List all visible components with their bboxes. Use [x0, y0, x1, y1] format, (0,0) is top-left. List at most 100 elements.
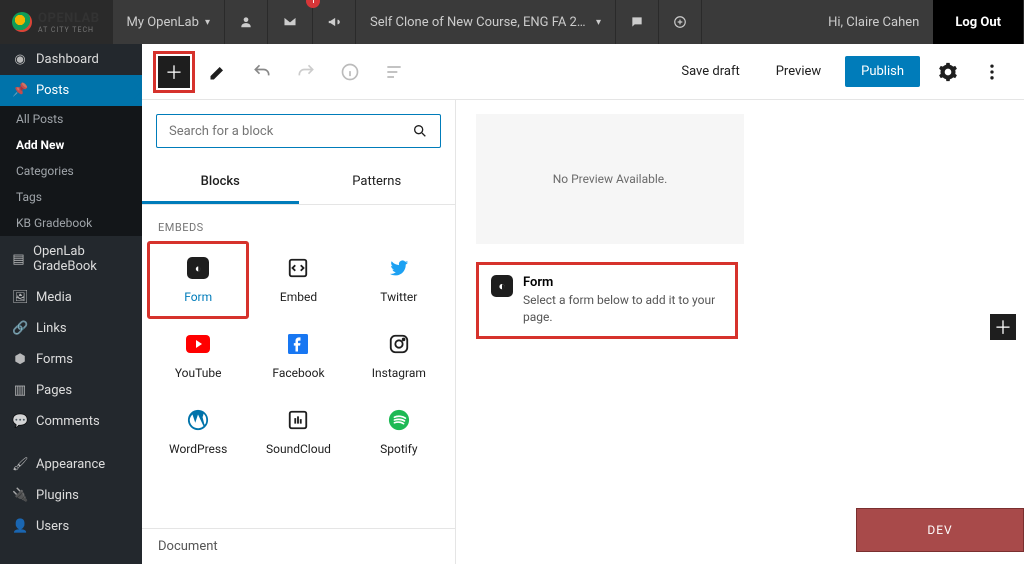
- greeting[interactable]: Hi, Claire Cahen: [814, 0, 933, 44]
- chevron-down-icon: ▾: [205, 17, 210, 28]
- site-title-menu[interactable]: Self Clone of New Course, ENG FA 202 ▾: [356, 0, 616, 44]
- wordpress-icon: [186, 408, 210, 432]
- form-icon: ◐: [491, 275, 513, 297]
- admin-sidebar: ◉ Dashboard 📌 Posts All Posts Add New Ca…: [0, 44, 142, 564]
- sidebar-sub-add-new[interactable]: Add New: [0, 132, 142, 158]
- publish-button[interactable]: Publish: [845, 56, 920, 87]
- form-callout-title: Form: [523, 275, 723, 290]
- block-search-input[interactable]: [169, 124, 412, 139]
- block-inserter-panel: Blocks Patterns Embeds ◐ Form Embed Twit…: [142, 100, 456, 564]
- sidebar-sub-kb-gradebook[interactable]: KB Gradebook: [0, 210, 142, 236]
- users-icon: 👤: [12, 519, 28, 534]
- my-openlab-menu[interactable]: My OpenLab ▾: [113, 0, 225, 44]
- sidebar-item-media[interactable]: 🖼 Media: [0, 282, 142, 313]
- sidebar-item-label: Pages: [36, 383, 72, 398]
- block-label: Embed: [280, 290, 317, 304]
- media-icon: 🖼: [12, 290, 28, 305]
- admin-bar: OPENLAB AT CITY TECH My OpenLab ▾ 1 Self…: [0, 0, 1024, 44]
- instagram-icon: [387, 332, 411, 356]
- sidebar-sub-tags[interactable]: Tags: [0, 184, 142, 210]
- brand-text: OPENLAB: [38, 11, 100, 26]
- comments-bubble-icon[interactable]: [616, 0, 659, 44]
- block-item-soundcloud[interactable]: SoundCloud: [248, 394, 348, 470]
- form-icon: ◐: [186, 256, 210, 280]
- block-item-form[interactable]: ◐ Form: [148, 242, 248, 318]
- logout-button[interactable]: Log Out: [933, 0, 1024, 44]
- redo-button[interactable]: [290, 56, 322, 88]
- undo-button[interactable]: [246, 56, 278, 88]
- sidebar-item-plugins[interactable]: 🔌 Plugins: [0, 480, 142, 511]
- youtube-icon: [186, 332, 210, 356]
- block-item-instagram[interactable]: Instagram: [349, 318, 449, 394]
- sidebar-item-label: Links: [36, 321, 67, 336]
- block-search[interactable]: [156, 114, 441, 148]
- dev-label: DEV: [927, 523, 952, 537]
- link-icon: 🔗: [12, 321, 28, 336]
- sidebar-item-forms[interactable]: ⬢ Forms: [0, 344, 142, 375]
- site-title: Self Clone of New Course, ENG FA 202: [370, 15, 590, 30]
- dashboard-icon: ◉: [12, 52, 28, 67]
- block-item-twitter[interactable]: Twitter: [349, 242, 449, 318]
- pages-icon: ▥: [12, 383, 28, 398]
- editor-canvas: ours No Preview Available. ◐ Form Select…: [456, 100, 1024, 564]
- profile-icon[interactable]: [225, 0, 268, 44]
- sidebar-sub-all-posts[interactable]: All Posts: [0, 106, 142, 132]
- sidebar-sub-categories[interactable]: Categories: [0, 158, 142, 184]
- sidebar-item-label: Media: [36, 290, 72, 305]
- no-preview-box: No Preview Available.: [476, 114, 744, 244]
- sidebar-item-label: Users: [36, 519, 69, 534]
- my-openlab-label: My OpenLab: [127, 15, 199, 30]
- block-label: YouTube: [175, 366, 222, 380]
- brand-logo[interactable]: OPENLAB AT CITY TECH: [0, 0, 113, 44]
- block-item-facebook[interactable]: Facebook: [248, 318, 348, 394]
- tab-patterns[interactable]: Patterns: [299, 162, 456, 204]
- block-label: Twitter: [380, 290, 417, 304]
- block-label: Instagram: [372, 366, 426, 380]
- sidebar-item-label: Comments: [36, 414, 100, 429]
- brand-subtext: AT CITY TECH: [38, 26, 100, 34]
- editor-toolbar: ＋ Save draft Preview Publish: [142, 44, 1024, 100]
- logout-label: Log Out: [955, 15, 1001, 30]
- edit-mode-icon[interactable]: [202, 56, 234, 88]
- messages-icon[interactable]: 1: [268, 0, 313, 44]
- block-inserter-toggle[interactable]: ＋: [158, 56, 190, 88]
- announcements-icon[interactable]: [313, 0, 356, 44]
- dev-indicator[interactable]: DEV: [856, 508, 1024, 552]
- more-menu-icon[interactable]: [976, 56, 1008, 88]
- outline-button[interactable]: [378, 56, 410, 88]
- twitter-icon: [387, 256, 411, 280]
- sidebar-item-appearance[interactable]: 🖌 Appearance: [0, 449, 142, 480]
- settings-gear-icon[interactable]: [932, 56, 964, 88]
- info-button[interactable]: [334, 56, 366, 88]
- sidebar-item-gradebook[interactable]: ▤ OpenLab GradeBook: [0, 236, 142, 282]
- form-block-placeholder[interactable]: ◐ Form Select a form below to add it to …: [476, 262, 738, 339]
- sidebar-item-posts[interactable]: 📌 Posts: [0, 75, 142, 106]
- logo-icon: [12, 12, 32, 32]
- block-item-youtube[interactable]: YouTube: [148, 318, 248, 394]
- block-grid: ◐ Form Embed Twitter YouTube Facebook: [142, 242, 455, 470]
- facebook-icon: [286, 332, 310, 356]
- sidebar-item-pages[interactable]: ▥ Pages: [0, 375, 142, 406]
- add-new-icon[interactable]: [659, 0, 702, 44]
- block-item-embed[interactable]: Embed: [248, 242, 348, 318]
- inserter-footer[interactable]: Document: [142, 528, 455, 564]
- block-item-spotify[interactable]: Spotify: [349, 394, 449, 470]
- preview-button[interactable]: Preview: [764, 56, 833, 87]
- sidebar-item-label: OpenLab GradeBook: [33, 244, 130, 274]
- sidebar-item-label: Plugins: [36, 488, 79, 503]
- sidebar-item-users[interactable]: 👤 Users: [0, 511, 142, 542]
- spacer: [702, 0, 814, 44]
- embed-icon: [286, 256, 310, 280]
- sidebar-item-label: Appearance: [36, 457, 105, 472]
- save-draft-button[interactable]: Save draft: [669, 56, 751, 87]
- block-item-wordpress[interactable]: WordPress: [148, 394, 248, 470]
- embeds-section-label: Embeds: [142, 205, 455, 242]
- chevron-down-icon: ▾: [596, 17, 601, 28]
- add-block-floating-button[interactable]: ＋: [990, 314, 1016, 340]
- sidebar-item-dashboard[interactable]: ◉ Dashboard: [0, 44, 142, 75]
- sidebar-item-comments[interactable]: 💬 Comments: [0, 406, 142, 437]
- tab-blocks[interactable]: Blocks: [142, 162, 299, 204]
- form-callout-desc: Select a form below to add it to your pa…: [523, 292, 723, 326]
- comments-icon: 💬: [12, 414, 28, 429]
- sidebar-item-links[interactable]: 🔗 Links: [0, 313, 142, 344]
